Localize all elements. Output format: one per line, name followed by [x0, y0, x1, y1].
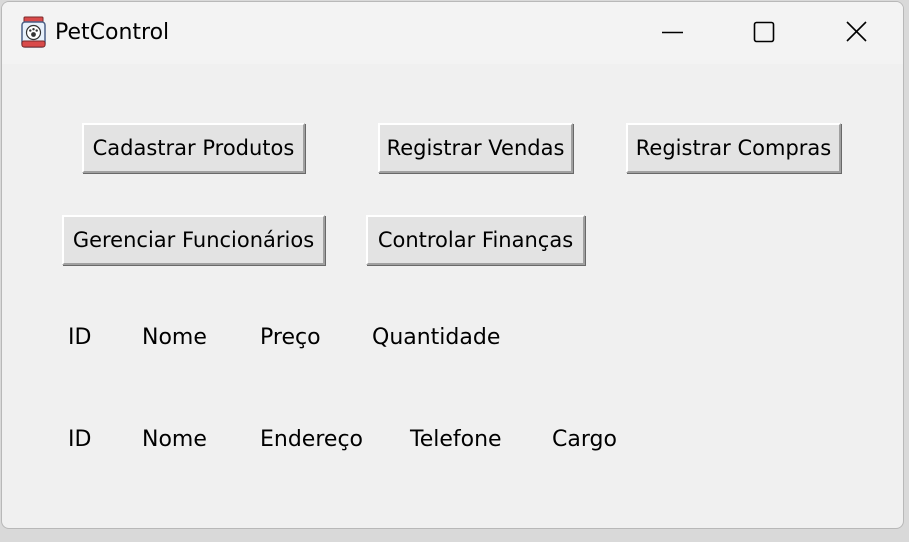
title-bar[interactable]: PetControl — [2, 2, 903, 64]
close-icon — [846, 21, 867, 42]
app-window: PetControl Cadastrar Produtos Registrar … — [1, 1, 904, 529]
funcionarios-col-telefone: Telefone — [410, 427, 502, 452]
close-button[interactable] — [810, 2, 903, 64]
funcionarios-col-cargo: Cargo — [552, 427, 617, 452]
minimize-button[interactable] — [624, 2, 717, 64]
produtos-col-nome: Nome — [142, 325, 207, 350]
minimize-icon — [662, 31, 683, 34]
cadastrar-produtos-button[interactable]: Cadastrar Produtos — [82, 123, 305, 173]
maximize-icon — [753, 21, 775, 43]
window-title: PetControl — [55, 20, 170, 45]
produtos-col-id: ID — [68, 325, 92, 350]
funcionarios-col-nome: Nome — [142, 427, 207, 452]
produtos-col-preco: Preço — [260, 325, 321, 350]
paw-jar-icon — [20, 16, 47, 49]
funcionarios-col-endereco: Endereço — [260, 427, 363, 452]
funcionarios-col-id: ID — [68, 427, 92, 452]
registrar-vendas-button[interactable]: Registrar Vendas — [378, 123, 573, 173]
maximize-button[interactable] — [717, 2, 810, 64]
controlar-financas-button[interactable]: Controlar Finanças — [366, 215, 585, 265]
registrar-compras-button[interactable]: Registrar Compras — [626, 123, 841, 173]
produtos-col-quantidade: Quantidade — [372, 325, 501, 350]
gerenciar-funcionarios-button[interactable]: Gerenciar Funcionários — [62, 215, 325, 265]
